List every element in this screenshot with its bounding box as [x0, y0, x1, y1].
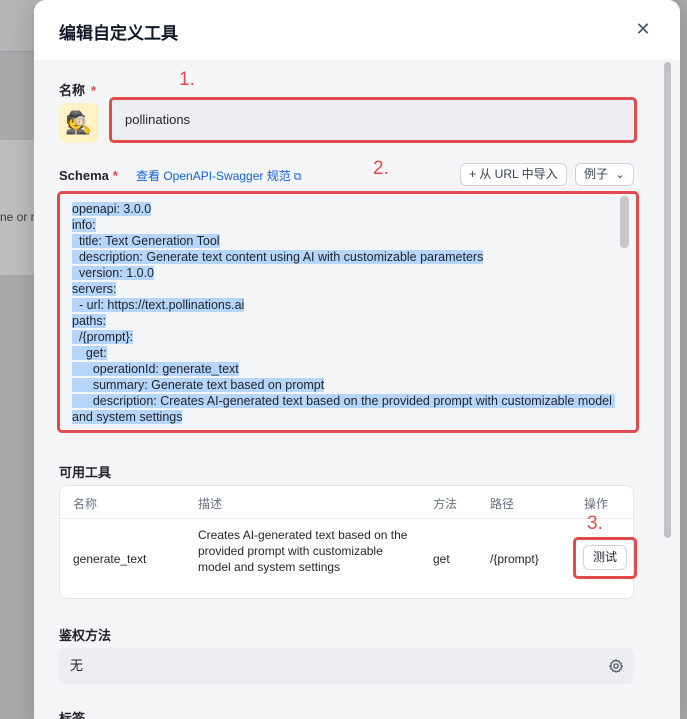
chevron-down-icon: ⌄	[615, 169, 625, 181]
col-method: 方法	[433, 497, 458, 511]
col-name: 名称	[73, 497, 98, 511]
modal-title: 编辑自定义工具	[59, 24, 178, 43]
auth-method-select[interactable]: 无	[59, 648, 634, 684]
annotation-1: 1.	[179, 69, 195, 90]
edit-custom-tool-modal: 编辑自定义工具 ✕ 名称 * 🕵️ pollinations 1. Schema *…	[34, 0, 680, 719]
required-mark: *	[91, 83, 97, 98]
import-from-url-button[interactable]: + 从 URL 中导入	[460, 163, 567, 186]
annotation-2: 2.	[373, 158, 389, 179]
auth-method-label: 鉴权方法	[59, 628, 112, 643]
tool-name-cell: generate_text	[73, 552, 147, 566]
col-description: 描述	[198, 497, 223, 511]
tool-name-input[interactable]: pollinations	[111, 99, 635, 141]
detective-emoji-icon: 🕵️	[65, 110, 93, 135]
name-label: 名称 *	[59, 83, 97, 98]
col-path: 路径	[490, 497, 515, 511]
schema-code-line: summary: Generate text based on prompt	[72, 378, 325, 392]
tool-avatar[interactable]: 🕵️	[59, 103, 99, 143]
tags-label: 标签	[59, 711, 86, 719]
required-mark: *	[112, 168, 118, 183]
modal-header: 编辑自定义工具 ✕	[34, 0, 680, 60]
close-icon[interactable]: ✕	[634, 20, 652, 38]
available-tools-label: 可用工具	[59, 465, 112, 480]
schema-code-line: servers:	[72, 282, 117, 296]
schema-code-line: paths:	[72, 314, 107, 328]
openapi-swagger-spec-link[interactable]: 查看 OpenAPI-Swagger 规范 ⧉	[136, 167, 302, 184]
schema-code-line: title: Text Generation Tool	[72, 234, 220, 248]
schema-code-line: info:	[72, 218, 96, 232]
table-header: 名称 描述 方法 路径 操作	[60, 486, 633, 519]
col-action: 操作	[584, 497, 609, 511]
test-tool-button[interactable]: 测试	[583, 545, 627, 570]
schema-code-line: openapi: 3.0.0	[72, 202, 152, 216]
tool-path-cell: /{prompt}	[490, 552, 539, 566]
schema-code-line: get:	[72, 346, 107, 360]
gear-icon[interactable]	[608, 658, 624, 674]
schema-code-line: description: Creates AI-generated text b…	[72, 394, 616, 424]
schema-editor[interactable]: openapi: 3.0.0 info: title: Text Generati…	[59, 193, 636, 430]
schema-code-line: operationId: generate_text	[72, 362, 239, 376]
example-dropdown[interactable]: 例子 ⌄	[575, 163, 634, 186]
schema-label: Schema *	[59, 168, 118, 183]
schema-code-line: version: 1.0.0	[72, 266, 154, 280]
schema-scrollbar[interactable]	[620, 196, 629, 248]
modal-scrollbar[interactable]	[664, 62, 671, 538]
tool-method-cell: get	[433, 552, 450, 566]
schema-code[interactable]: openapi: 3.0.0 info: title: Text Generati…	[72, 201, 616, 425]
annotation-3: 3.	[587, 513, 603, 534]
tool-description-cell: Creates AI-generated text based on the p…	[198, 528, 408, 574]
schema-code-line: description: Generate text content using…	[72, 250, 484, 264]
schema-code-line: /{prompt}:	[72, 330, 134, 344]
schema-code-line: - url: https://text.pollinations.ai	[72, 298, 245, 312]
available-tools-table: 名称 描述 方法 路径 操作 generate_text Creates AI-…	[59, 485, 634, 599]
external-link-icon: ⧉	[293, 171, 302, 183]
